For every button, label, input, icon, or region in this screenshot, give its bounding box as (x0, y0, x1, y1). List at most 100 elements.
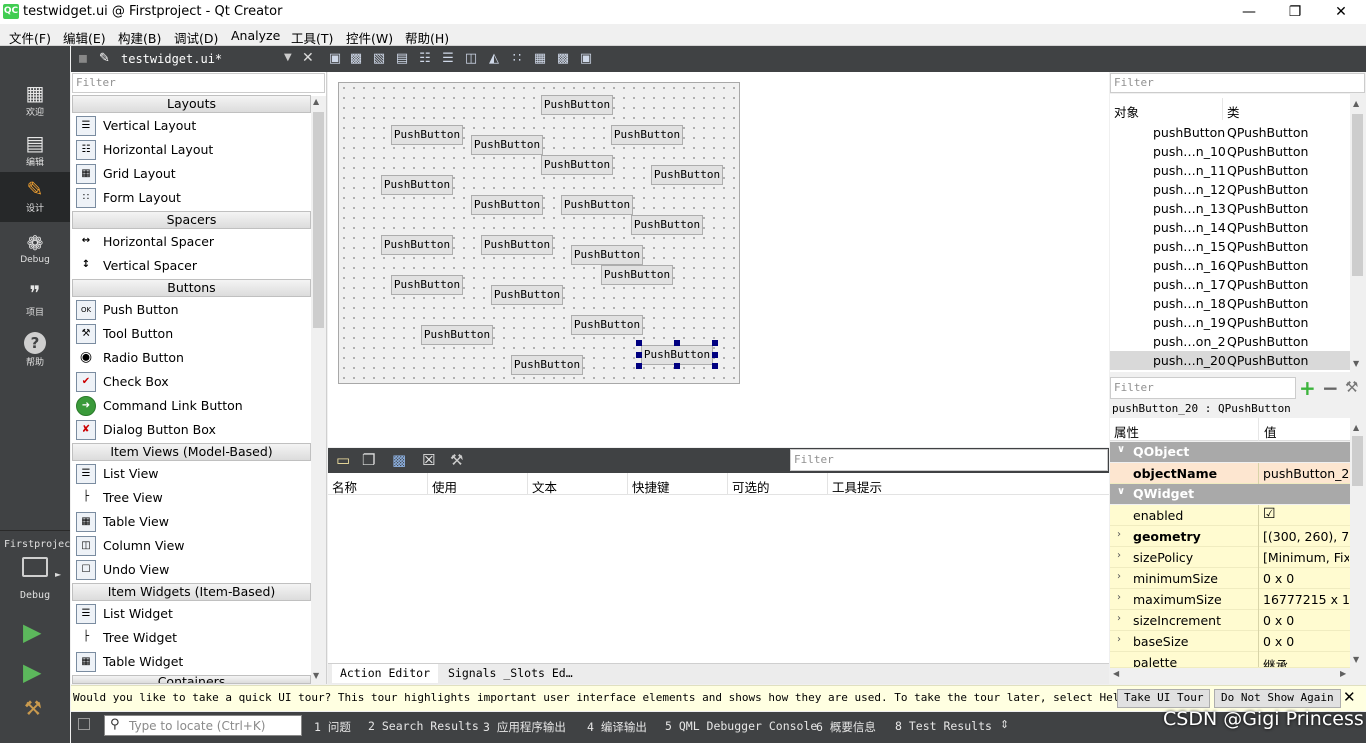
object-row[interactable]: push…on_2 QPushButton (1110, 332, 1350, 351)
category-spacers[interactable]: Spacers (72, 211, 311, 229)
object-row[interactable]: push…n_14 QPushButton (1110, 218, 1350, 237)
category-item-widgets[interactable]: Item Widgets (Item-Based) (72, 583, 311, 601)
category-containers[interactable]: Containers (72, 675, 311, 684)
push-button[interactable]: PushButton (391, 275, 463, 295)
widget-radio-button[interactable]: ◉ Radio Button (72, 346, 311, 370)
push-button[interactable]: PushButton (571, 315, 643, 335)
column-used[interactable]: 使用 (432, 477, 457, 496)
property-category-qobject[interactable]: ∨ QObject (1110, 442, 1350, 462)
widget-table-widget[interactable]: ▦ Table Widget (72, 650, 311, 674)
layout-h-splitter-icon[interactable]: ◫ (463, 51, 479, 67)
tab-action-editor[interactable]: Action Editor (332, 664, 439, 683)
push-button-selected[interactable]: PushButton (641, 345, 713, 365)
menu-edit[interactable]: 编辑(E) (63, 28, 106, 47)
push-button[interactable]: PushButton (541, 95, 613, 115)
widget-command-link-button[interactable]: ➜ Command Link Button (72, 394, 311, 418)
menu-analyze[interactable]: Analyze (231, 28, 280, 43)
widget-check-box[interactable]: ✔ Check Box (72, 370, 311, 394)
mode-design[interactable]: ✎ 设计 (0, 172, 70, 222)
break-layout-icon[interactable]: ▩ (555, 51, 571, 67)
category-item-views[interactable]: Item Views (Model-Based) (72, 443, 311, 461)
header-value[interactable]: 值 (1264, 422, 1277, 441)
debug-run-icon[interactable]: ▶ (23, 660, 41, 684)
column-checkable[interactable]: 可选的 (732, 477, 770, 496)
configure-properties-icon[interactable]: ⚒ (1345, 378, 1358, 396)
widget-tree-widget[interactable]: ├ Tree Widget (72, 626, 311, 650)
locator-input[interactable]: ⚲ Type to locate (Ctrl+K) (104, 715, 302, 736)
more-tabs-icon[interactable]: ⇕ (1000, 718, 1009, 731)
property-row-enabled[interactable]: enabled ☑ (1110, 505, 1350, 526)
widget-horizontal-spacer[interactable]: ↔ Horizontal Spacer (72, 230, 311, 254)
widget-vertical-layout[interactable]: ☰ Vertical Layout (72, 114, 311, 138)
property-row-sizeincrement[interactable]: › sizeIncrement 0 x 0 (1110, 610, 1350, 631)
layout-vertical-icon[interactable]: ☰ (440, 51, 456, 67)
widget-list-widget[interactable]: ☰ List Widget (72, 602, 311, 626)
property-filter-input[interactable]: Filter (1110, 377, 1296, 399)
close-window-icon[interactable]: ✕ (1318, 0, 1364, 24)
object-row[interactable]: push…n_16 QPushButton (1110, 256, 1350, 275)
object-row[interactable]: push…n_20 QPushButton (1110, 351, 1350, 370)
do-not-show-again-button[interactable]: Do Not Show Again (1214, 689, 1341, 708)
resize-handle[interactable] (674, 363, 680, 369)
output-tab-issues[interactable]: 1 问题 (314, 719, 351, 735)
object-row[interactable]: push…n_18 QPushButton (1110, 294, 1350, 313)
property-row-sizepolicy[interactable]: ›sizePolicy[Minimum, Fix... (1110, 547, 1350, 568)
layout-v-splitter-icon[interactable]: ◭ (486, 51, 502, 67)
push-button[interactable]: PushButton (471, 135, 543, 155)
output-tab-test-results[interactable]: 8 Test Results (895, 719, 992, 733)
menu-help[interactable]: 帮助(H) (405, 28, 449, 47)
widget-horizontal-layout[interactable]: ☷ Horizontal Layout (72, 138, 311, 162)
resize-handle[interactable] (636, 340, 642, 346)
header-class[interactable]: 类 (1227, 102, 1240, 121)
push-button[interactable]: PushButton (631, 215, 703, 235)
close-document-icon[interactable]: ✕ (302, 50, 314, 66)
header-object[interactable]: 对象 (1114, 102, 1139, 121)
push-button[interactable]: PushButton (541, 155, 613, 175)
scroll-up-icon[interactable]: ▲ (313, 97, 319, 106)
push-button[interactable]: PushButton (651, 165, 723, 185)
mode-welcome[interactable]: ▦ 欢迎 (0, 76, 70, 126)
object-filter-input[interactable]: Filter (1110, 73, 1365, 93)
resize-handle[interactable] (636, 363, 642, 369)
widget-vertical-spacer[interactable]: ↕ Vertical Spacer (72, 254, 311, 278)
close-infobar-icon[interactable]: ✕ (1343, 688, 1356, 706)
property-row-basesize[interactable]: › baseSize 0 x 0 (1110, 631, 1350, 652)
scroll-down-icon[interactable]: ▼ (1353, 655, 1359, 664)
column-name[interactable]: 名称 (332, 477, 357, 496)
widget-filter-input[interactable]: Filter (72, 73, 325, 93)
scroll-up-icon[interactable]: ▲ (1353, 99, 1359, 108)
menu-controls[interactable]: 控件(W) (346, 28, 393, 47)
output-tab-qml-debugger[interactable]: 5 QML Debugger Console (665, 719, 817, 733)
enabled-checkbox[interactable]: ☑ (1263, 506, 1349, 522)
mode-help[interactable]: ? 帮助 (0, 326, 70, 376)
category-buttons[interactable]: Buttons (72, 279, 311, 297)
menu-tools[interactable]: 工具(T) (291, 28, 333, 47)
push-button[interactable]: PushButton (561, 195, 633, 215)
open-document-name[interactable]: testwidget.ui* (121, 52, 222, 66)
layout-form-icon[interactable]: ∷ (509, 51, 525, 67)
resize-handle[interactable] (674, 340, 680, 346)
edit-tab-order-icon[interactable]: ▤ (394, 51, 410, 67)
push-button[interactable]: PushButton (511, 355, 583, 375)
object-row[interactable]: push…n_17 QPushButton (1110, 275, 1350, 294)
output-tab-compile-output[interactable]: 4 编译输出 (587, 719, 647, 735)
property-row-minimumsize[interactable]: › minimumSize 0 x 0 (1110, 568, 1350, 589)
expand-arrow-icon[interactable]: › (1117, 571, 1121, 582)
tab-signals-slots-editor[interactable]: Signals _Slots Ed… (440, 664, 581, 683)
scroll-left-icon[interactable]: ◀ (1113, 669, 1119, 678)
action-table-body[interactable] (328, 495, 1109, 663)
widget-push-button[interactable]: OK Push Button (72, 298, 311, 322)
edit-widgets-icon[interactable]: ▣ (327, 51, 343, 67)
widget-list-view[interactable]: ☰ List View (72, 462, 311, 486)
push-button[interactable]: PushButton (421, 325, 493, 345)
toggle-sidebar-icon[interactable] (78, 718, 90, 730)
scroll-up-icon[interactable]: ▲ (1353, 423, 1359, 432)
widget-tree-view[interactable]: ├ Tree View (72, 486, 311, 510)
take-ui-tour-button[interactable]: Take UI Tour (1117, 689, 1211, 708)
copy-action-icon[interactable]: ❐ (362, 451, 375, 469)
widget-grid-layout[interactable]: ▦ Grid Layout (72, 162, 311, 186)
add-dynamic-property-icon[interactable]: + (1299, 376, 1316, 400)
remove-dynamic-property-icon[interactable]: − (1322, 376, 1339, 400)
resize-handle[interactable] (712, 352, 718, 358)
document-dropdown-icon[interactable]: ▼ (284, 52, 292, 63)
